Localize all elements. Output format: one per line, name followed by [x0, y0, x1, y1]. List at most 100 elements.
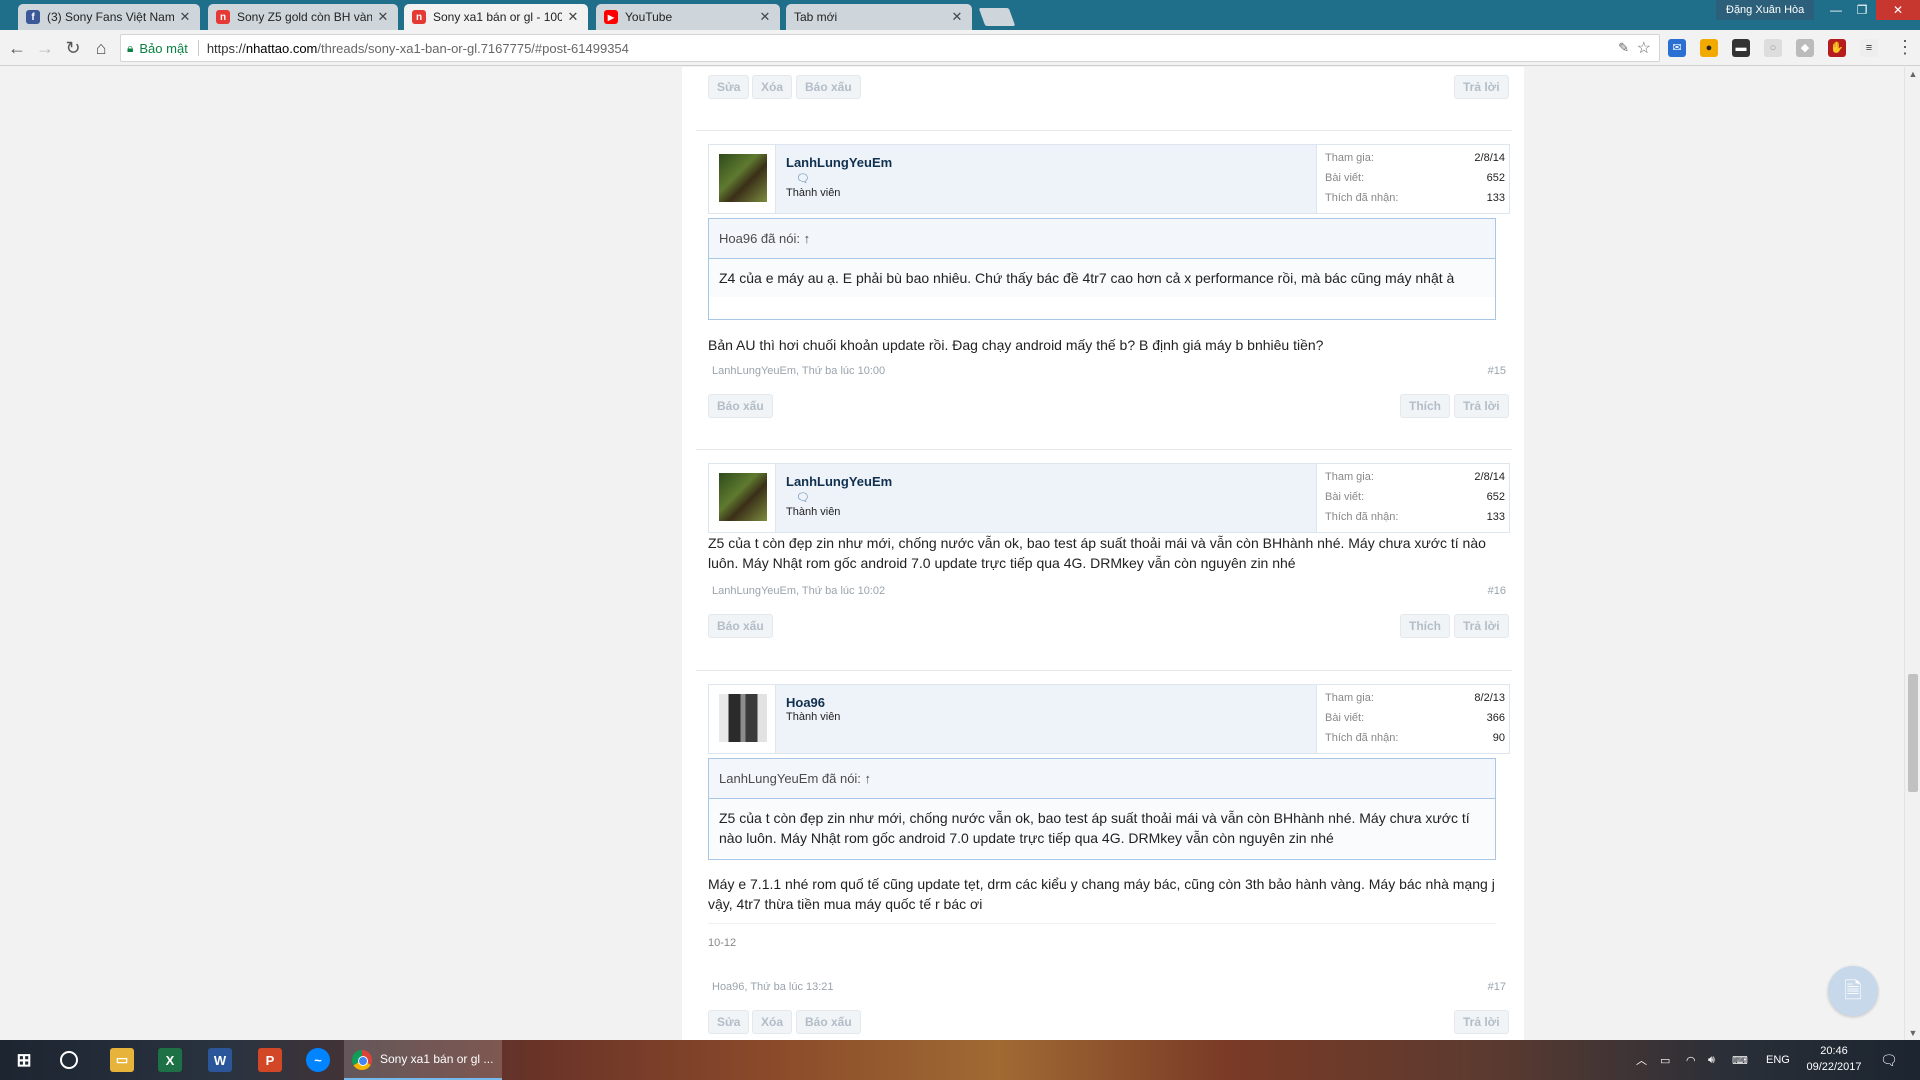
close-window-icon[interactable]: ✕: [1876, 0, 1920, 20]
post-count: 652: [1486, 491, 1505, 503]
keyboard-icon[interactable]: ⌨: [1732, 1040, 1748, 1080]
tab-sony-xa1[interactable]: n Sony xa1 bán or gl - 100 ✕: [404, 4, 588, 30]
close-tab-icon[interactable]: ✕: [758, 9, 772, 25]
cortana-icon[interactable]: [60, 1051, 78, 1069]
file-explorer-icon[interactable]: ▭: [110, 1048, 134, 1072]
quote-body: Z5 của t còn đẹp zin như mới, chống nước…: [709, 799, 1495, 857]
username[interactable]: LanhLungYeuEm: [786, 155, 892, 170]
forward-icon[interactable]: →: [34, 37, 56, 59]
back-icon[interactable]: ←: [6, 37, 28, 59]
stat-label: Bài viết:: [1325, 172, 1365, 184]
avatar[interactable]: [719, 473, 767, 521]
extension-icon[interactable]: ◆: [1796, 39, 1814, 57]
report-button[interactable]: Báo xấu: [796, 75, 861, 99]
menu-icon[interactable]: ⋮: [1896, 38, 1914, 56]
tab-sony-fans[interactable]: f (3) Sony Fans Việt Nam ✕: [18, 4, 200, 30]
post-meta[interactable]: LanhLungYeuEm, Thứ ba lúc 10:00: [712, 365, 885, 377]
tab-youtube[interactable]: ▶ YouTube ✕: [596, 4, 780, 30]
home-icon[interactable]: ⌂: [90, 37, 112, 59]
url-text[interactable]: https://nhattao.com/threads/sony-xa1-ban…: [207, 41, 629, 56]
profile-name[interactable]: Đặng Xuân Hòa: [1716, 0, 1815, 20]
translate-icon[interactable]: ✎: [1618, 40, 1629, 56]
tab-sony-z5[interactable]: n Sony Z5 gold còn BH vàng ✕: [208, 4, 398, 30]
stat-label: Thích đã nhận:: [1325, 192, 1399, 204]
taskbar-chrome-window[interactable]: Sony xa1 bán or gl ...: [344, 1040, 502, 1080]
quote-header[interactable]: Hoa96 đã nói: ↑: [709, 219, 1495, 259]
username[interactable]: LanhLungYeuEm: [786, 474, 892, 489]
close-tab-icon[interactable]: ✕: [950, 9, 964, 25]
delete-button[interactable]: Xóa: [752, 1010, 793, 1034]
edit-button[interactable]: Sửa: [708, 75, 750, 99]
user-info-box: LanhLungYeuEm 🗨︎ Thành viên Tham gia: 2/8…: [708, 144, 1510, 214]
extension-icon[interactable]: ✉: [1668, 39, 1686, 57]
messenger-icon[interactable]: ~: [306, 1048, 330, 1072]
secure-label: Bảo mật: [139, 40, 188, 56]
reply-button[interactable]: Trả lời: [1454, 394, 1509, 418]
joined-date: 2/8/14: [1474, 152, 1505, 164]
windows-start-icon[interactable]: ⊞: [12, 1048, 36, 1072]
youtube-icon: ▶: [604, 10, 618, 24]
reload-icon[interactable]: ↻: [62, 37, 84, 59]
document-icon[interactable]: 🗎: [1828, 966, 1878, 1016]
joined-date: 2/8/14: [1474, 471, 1505, 483]
post-permalink[interactable]: #16: [1488, 585, 1506, 597]
post-meta[interactable]: LanhLungYeuEm, Thứ ba lúc 10:02: [712, 585, 885, 597]
post-divider: [696, 449, 1512, 450]
scrollbar-thumb[interactable]: [1908, 674, 1918, 792]
stat-label: Tham gia:: [1325, 152, 1374, 164]
notification-icon[interactable]: 🗨︎: [1880, 1040, 1898, 1080]
post-meta[interactable]: Hoa96, Thứ ba lúc 13:21: [712, 981, 834, 993]
post-message: Bản AU thì hơi chuối khoản update rồi. Đ…: [708, 337, 1324, 353]
user-info-box: LanhLungYeuEm 🗨︎ Thành viên Tham gia: 2/8…: [708, 463, 1510, 533]
avatar[interactable]: [719, 154, 767, 202]
address-bar[interactable]: 🔒︎ Bảo mật https://nhattao.com/threads/s…: [120, 34, 1660, 62]
reply-button[interactable]: Trả lời: [1454, 614, 1509, 638]
restore-icon[interactable]: ❐: [1848, 0, 1876, 20]
excel-icon[interactable]: X: [158, 1048, 182, 1072]
web-page: Sửa Xóa Báo xấu Trả lời LanhLungYeuEm 🗨︎…: [0, 67, 1904, 1040]
delete-button[interactable]: Xóa: [752, 75, 793, 99]
reply-button[interactable]: Trả lời: [1454, 75, 1509, 99]
report-button[interactable]: Báo xấu: [708, 394, 773, 418]
language-indicator[interactable]: ENG: [1766, 1040, 1790, 1080]
like-button[interactable]: Thích: [1400, 394, 1450, 418]
post-permalink[interactable]: #17: [1488, 981, 1506, 993]
message-icon[interactable]: 🗨︎: [796, 172, 810, 185]
bookmark-star-icon[interactable]: ☆: [1637, 38, 1651, 58]
powerpoint-icon[interactable]: P: [258, 1048, 282, 1072]
page-scrollbar[interactable]: ▲ ▼: [1904, 67, 1920, 1040]
extension-icon[interactable]: ○: [1764, 39, 1782, 57]
tray-chevron-icon[interactable]: ︿: [1636, 1040, 1647, 1080]
system-clock[interactable]: 20:46 09/22/2017: [1796, 1043, 1872, 1075]
joined-date: 8/2/13: [1474, 692, 1505, 704]
adblock-icon[interactable]: ✋: [1828, 39, 1846, 57]
report-button[interactable]: Báo xấu: [796, 1010, 861, 1034]
close-tab-icon[interactable]: ✕: [178, 9, 192, 25]
avatar[interactable]: [719, 694, 767, 742]
stat-label: Tham gia:: [1325, 692, 1374, 704]
reply-button[interactable]: Trả lời: [1454, 1010, 1509, 1034]
message-icon[interactable]: 🗨︎: [796, 491, 810, 504]
scroll-up-icon[interactable]: ▲: [1905, 69, 1920, 79]
quote-header[interactable]: LanhLungYeuEm đã nói: ↑: [709, 759, 1495, 799]
tab-new[interactable]: Tab mới ✕: [786, 4, 972, 30]
extension-icon[interactable]: ▬: [1732, 39, 1750, 57]
close-tab-icon[interactable]: ✕: [566, 9, 580, 25]
battery-icon[interactable]: ▭: [1660, 1040, 1670, 1080]
extension-icon[interactable]: ≡: [1860, 39, 1878, 57]
close-tab-icon[interactable]: ✕: [376, 9, 390, 25]
wifi-icon[interactable]: ◠: [1686, 1040, 1696, 1080]
edit-button[interactable]: Sửa: [708, 1010, 750, 1034]
like-button[interactable]: Thích: [1400, 614, 1450, 638]
post-permalink[interactable]: #15: [1488, 365, 1506, 377]
url-scheme: https://: [206, 40, 246, 56]
username[interactable]: Hoa96: [786, 695, 825, 710]
stat-label: Thích đã nhận:: [1325, 511, 1399, 523]
minimize-icon[interactable]: —: [1822, 0, 1850, 20]
report-button[interactable]: Báo xấu: [708, 614, 773, 638]
extension-icon[interactable]: ●: [1700, 39, 1718, 57]
volume-icon[interactable]: 🔊︎: [1708, 1040, 1715, 1080]
new-tab-button[interactable]: [978, 8, 1016, 26]
word-icon[interactable]: W: [208, 1048, 232, 1072]
scroll-down-icon[interactable]: ▼: [1905, 1028, 1920, 1038]
